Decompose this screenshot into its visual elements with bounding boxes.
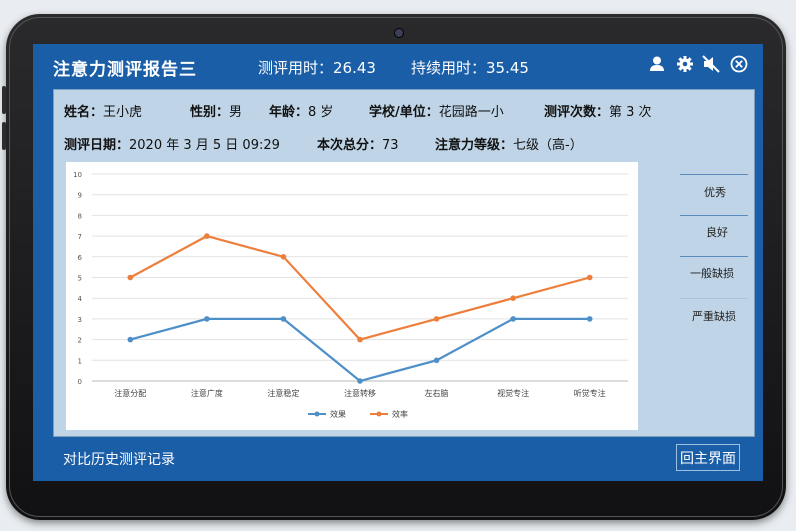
name-value: 王小虎	[103, 105, 143, 120]
history-compare-link[interactable]: 对比历史测评记录	[63, 449, 175, 469]
legend-marker	[314, 411, 320, 417]
data-point	[357, 336, 363, 343]
x-tick-label: 注意转移	[344, 388, 376, 398]
count-label: 测评次数：	[544, 105, 610, 120]
page-title: 注意力测评报告三	[53, 60, 197, 80]
y-tick-label: 2	[78, 337, 82, 345]
data-point	[433, 357, 440, 364]
name-label: 姓名：	[64, 105, 104, 120]
level-moderate: 一般缺损	[690, 267, 734, 280]
school-info: 学校/单位：花园路一小	[369, 101, 504, 120]
gender-info: 性别：男	[190, 101, 242, 120]
line-chart: 0 1 2 3 4 5 6 7 8 9 10 注意分配 注意广度 注意稳定 注意转移 左右脑 视觉专注 听觉专注效…	[73, 171, 628, 419]
school-value: 花园路一小	[438, 105, 504, 120]
data-point	[127, 274, 134, 281]
level-good: 良好	[706, 226, 728, 239]
score-label: 本次总分：	[317, 138, 383, 153]
data-point	[204, 316, 210, 322]
data-point	[127, 336, 134, 343]
y-tick-label: 10	[73, 171, 82, 179]
back-to-main-button[interactable]: 回主界面	[676, 444, 740, 471]
y-tick-label: 9	[78, 192, 82, 200]
report-panel: 姓名：王小虎 性别：男 年龄：8 岁 学校/单位：花园路一小 测评次数：第 3 …	[53, 89, 755, 437]
series-line	[129, 234, 591, 341]
x-tick-label: 注意分配	[114, 388, 146, 398]
series-line	[129, 317, 590, 383]
app-header: 注意力测评报告三 测评用时：26.43 持续用时：35.45	[33, 44, 763, 88]
level-divider	[680, 174, 748, 175]
data-point	[280, 254, 287, 260]
x-tick-label: 左右脑	[425, 388, 449, 398]
age-label: 年龄：	[269, 105, 309, 120]
tablet-side-button	[2, 86, 6, 114]
date-info: 测评日期：2020 年 3 月 5 日 09:29	[64, 134, 280, 153]
score-value: 73	[382, 138, 399, 153]
level-label: 注意力等级：	[435, 138, 514, 153]
close-icon[interactable]	[729, 54, 749, 74]
name-info: 姓名：王小虎	[64, 101, 142, 120]
y-tick-label: 1	[78, 357, 82, 365]
legend-marker	[376, 411, 382, 417]
level-excellent: 优秀	[704, 186, 726, 199]
y-tick-label: 4	[78, 295, 83, 303]
x-tick-label: 注意稳定	[267, 388, 299, 398]
level-scale: 优秀 良好 一般缺损 严重缺损	[638, 162, 754, 430]
count-value: 第 3 次	[609, 105, 652, 120]
y-tick-label: 7	[78, 233, 82, 241]
x-tick-label: 听觉专注	[574, 388, 606, 398]
data-point	[586, 274, 593, 281]
x-tick-label: 视觉专注	[497, 388, 529, 398]
y-tick-label: 0	[78, 378, 82, 386]
date-value: 2020 年 3 月 5 日 09:29	[129, 138, 280, 153]
data-point	[433, 316, 440, 322]
age-info: 年龄：8 岁	[269, 101, 333, 120]
y-tick-label: 8	[78, 212, 82, 220]
user-icon[interactable]	[647, 54, 667, 74]
y-tick-label: 5	[78, 275, 82, 283]
gear-icon[interactable]	[675, 54, 695, 74]
data-point	[280, 316, 287, 322]
sustain-time: 持续用时：35.45	[411, 59, 529, 77]
data-point	[510, 295, 516, 301]
level-divider	[680, 298, 748, 299]
score-info: 本次总分：73	[317, 134, 399, 153]
level-divider	[680, 256, 748, 257]
level-info: 注意力等级：七级（高-）	[435, 134, 583, 153]
gender-label: 性别：	[190, 105, 230, 120]
y-tick-label: 6	[78, 254, 83, 262]
data-point	[586, 316, 593, 322]
legend-label: 效果	[330, 409, 346, 419]
tablet-side-button	[2, 122, 6, 150]
age-value: 8 岁	[308, 105, 334, 120]
level-divider	[680, 215, 748, 216]
data-point	[204, 233, 210, 239]
school-label: 学校/单位：	[369, 105, 439, 120]
assess-time: 测评用时：26.43	[258, 59, 376, 77]
level-severe: 严重缺损	[692, 310, 736, 323]
count-info: 测评次数：第 3 次	[544, 101, 652, 120]
level-value: 七级（高-）	[513, 138, 583, 153]
x-tick-label: 注意广度	[191, 388, 223, 398]
header-icons	[647, 54, 755, 76]
score-chart: 0 1 2 3 4 5 6 7 8 9 10 注意分配 注意广度 注意稳定 注意转移 左右脑 视觉专注 听觉专注效…	[66, 162, 638, 430]
legend-label: 效率	[392, 409, 408, 419]
y-tick-label: 3	[78, 316, 82, 324]
camera-icon	[394, 28, 404, 38]
gender-value: 男	[229, 105, 243, 120]
data-point	[510, 316, 516, 322]
app-screen: 注意力测评报告三 测评用时：26.43 持续用时：35.45 姓名：王小虎 性别…	[33, 44, 763, 481]
date-label: 测评日期：	[64, 138, 130, 153]
mute-icon[interactable]	[701, 54, 721, 74]
data-point	[357, 378, 363, 384]
